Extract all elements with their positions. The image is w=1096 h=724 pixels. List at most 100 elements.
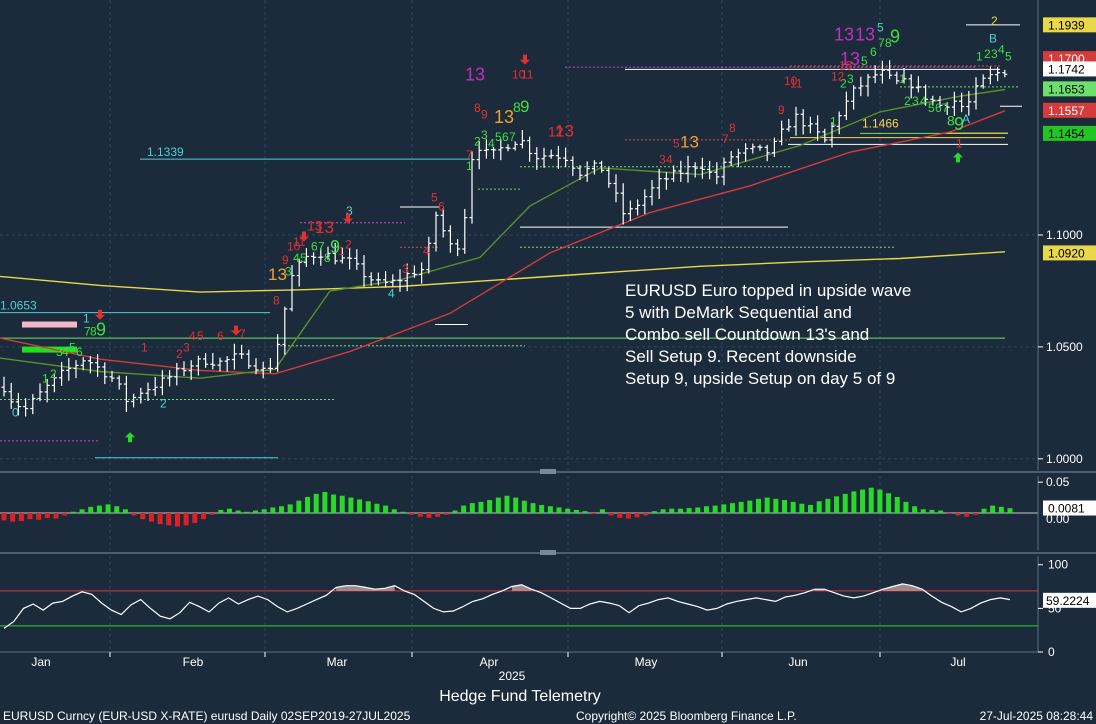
demark-count: 1 (899, 72, 906, 86)
demark-count: 4 (423, 244, 430, 258)
demark-count: 1 (830, 114, 837, 128)
oscillator-bar (495, 497, 501, 513)
oscillator-tick-label: 0.05 (1046, 475, 1070, 489)
oscillator-bar (36, 513, 42, 520)
oscillator-bar (851, 491, 857, 513)
demark-count: 2 (984, 47, 991, 61)
demark-count: 13 (465, 65, 485, 85)
oscillator-bar (920, 509, 926, 513)
oscillator-bar (400, 511, 406, 513)
x-axis-month: May (635, 655, 658, 669)
oscillator-bar (270, 507, 276, 513)
oscillator-bar (756, 498, 761, 513)
oscillator-bar (357, 499, 363, 513)
oscillator-bar (96, 505, 102, 513)
demark-count: 3 (402, 262, 409, 276)
oscillator-bar (383, 505, 389, 513)
oscillator-bar (582, 511, 588, 513)
oscillator-bar (305, 496, 311, 513)
x-axis-month: Mar (327, 655, 348, 669)
demark-count: 4 (388, 287, 395, 301)
demark-count: 9 (520, 97, 529, 116)
demark-count: 7 (239, 327, 246, 341)
annotation-box: EURUSD Euro topped in upside wave 5 with… (625, 281, 911, 388)
oscillator-bar (391, 509, 397, 513)
panel-divider-handle-2[interactable] (540, 550, 556, 555)
oscillator-bar (651, 511, 657, 513)
demark-count: 0 (12, 405, 19, 419)
oscillator-bar (591, 513, 597, 514)
oscillator-bar (738, 501, 744, 513)
oscillator-bar (131, 513, 137, 516)
oscillator-bar (521, 500, 527, 513)
demark-count: 4 (998, 43, 1005, 57)
oscillator-bar (374, 503, 380, 513)
price-value-label: 1.1742 (1048, 62, 1085, 76)
oscillator-bar (148, 513, 154, 522)
x-axis-month: Jul (950, 655, 965, 669)
oscillator-bar (469, 503, 475, 513)
oscillator-bar (669, 508, 675, 513)
demark-count: 13 (834, 24, 854, 44)
oscillator-bar (790, 501, 796, 513)
oscillator-bar (799, 503, 805, 513)
oscillator-bar (747, 500, 753, 513)
demark-count: 9 (282, 253, 289, 267)
oscillator-bar (348, 497, 354, 513)
oscillator-bar (443, 513, 449, 515)
demark-count: B (989, 32, 997, 46)
oscillator-bar (200, 513, 206, 520)
demark-count: 2 (474, 134, 481, 148)
oscillator-bar (140, 513, 146, 520)
demark-count: 7 (509, 130, 516, 144)
demark-count: 5 (877, 20, 884, 34)
oscillator-bar (10, 513, 16, 522)
oscillator-bar (513, 497, 519, 513)
oscillator-bar (573, 509, 579, 513)
price-value-label: 1.1454 (1048, 127, 1085, 141)
footer-copyright: Copyright© 2025 Bloomberg Finance L.P. (576, 709, 797, 723)
demark-count: 6 (311, 240, 318, 254)
level-label: 1.0653 (0, 299, 37, 313)
demark-count: 3 (659, 152, 666, 166)
demark-count: 13 (839, 58, 853, 72)
rsi-value-label: 59.2224 (1046, 594, 1090, 608)
demark-count: 1 (83, 311, 90, 325)
demark-count: 3 (481, 128, 488, 142)
demark-count: 4 (488, 137, 495, 151)
oscillator-bar (599, 509, 605, 513)
oscillator-bar (764, 497, 770, 513)
oscillator-bar (643, 513, 649, 516)
annotation-line-3: Combo sell Countdown 13's and (625, 325, 869, 344)
oscillator-bar (79, 509, 85, 513)
oscillator-bar (461, 505, 467, 513)
demark-count: 2 (904, 94, 911, 108)
demark-count: 2 (345, 237, 352, 251)
oscillator-bar (929, 509, 935, 513)
demark-count: 5 (495, 130, 502, 144)
oscillator-bar (998, 506, 1004, 513)
demark-count: 9 (481, 108, 488, 122)
demark-count: 13 (855, 24, 875, 44)
level-label: 1.1466 (862, 117, 899, 131)
demark-count: A (962, 112, 970, 126)
oscillator-bar (1007, 508, 1013, 513)
panel-divider-handle-1[interactable] (540, 469, 556, 474)
oscillator-bar (825, 498, 831, 513)
demark-count: 9 (778, 103, 785, 117)
demark-count: 7 (878, 36, 885, 50)
oscillator-bar (625, 513, 631, 519)
oscillator-bar (530, 503, 536, 513)
price-value-label: 1.1653 (1048, 82, 1085, 96)
oscillator-bar (192, 513, 198, 523)
oscillator-bar (660, 509, 666, 513)
demark-count: 1 (956, 137, 963, 151)
oscillator-bar (972, 513, 978, 515)
oscillator-bar (478, 501, 484, 513)
oscillator-bar (773, 498, 779, 513)
oscillator-bar (565, 508, 571, 513)
demark-count: 3 (912, 94, 919, 108)
oscillator-bar (244, 511, 250, 513)
oscillator-bar (955, 513, 961, 516)
oscillator-bar (27, 513, 33, 520)
